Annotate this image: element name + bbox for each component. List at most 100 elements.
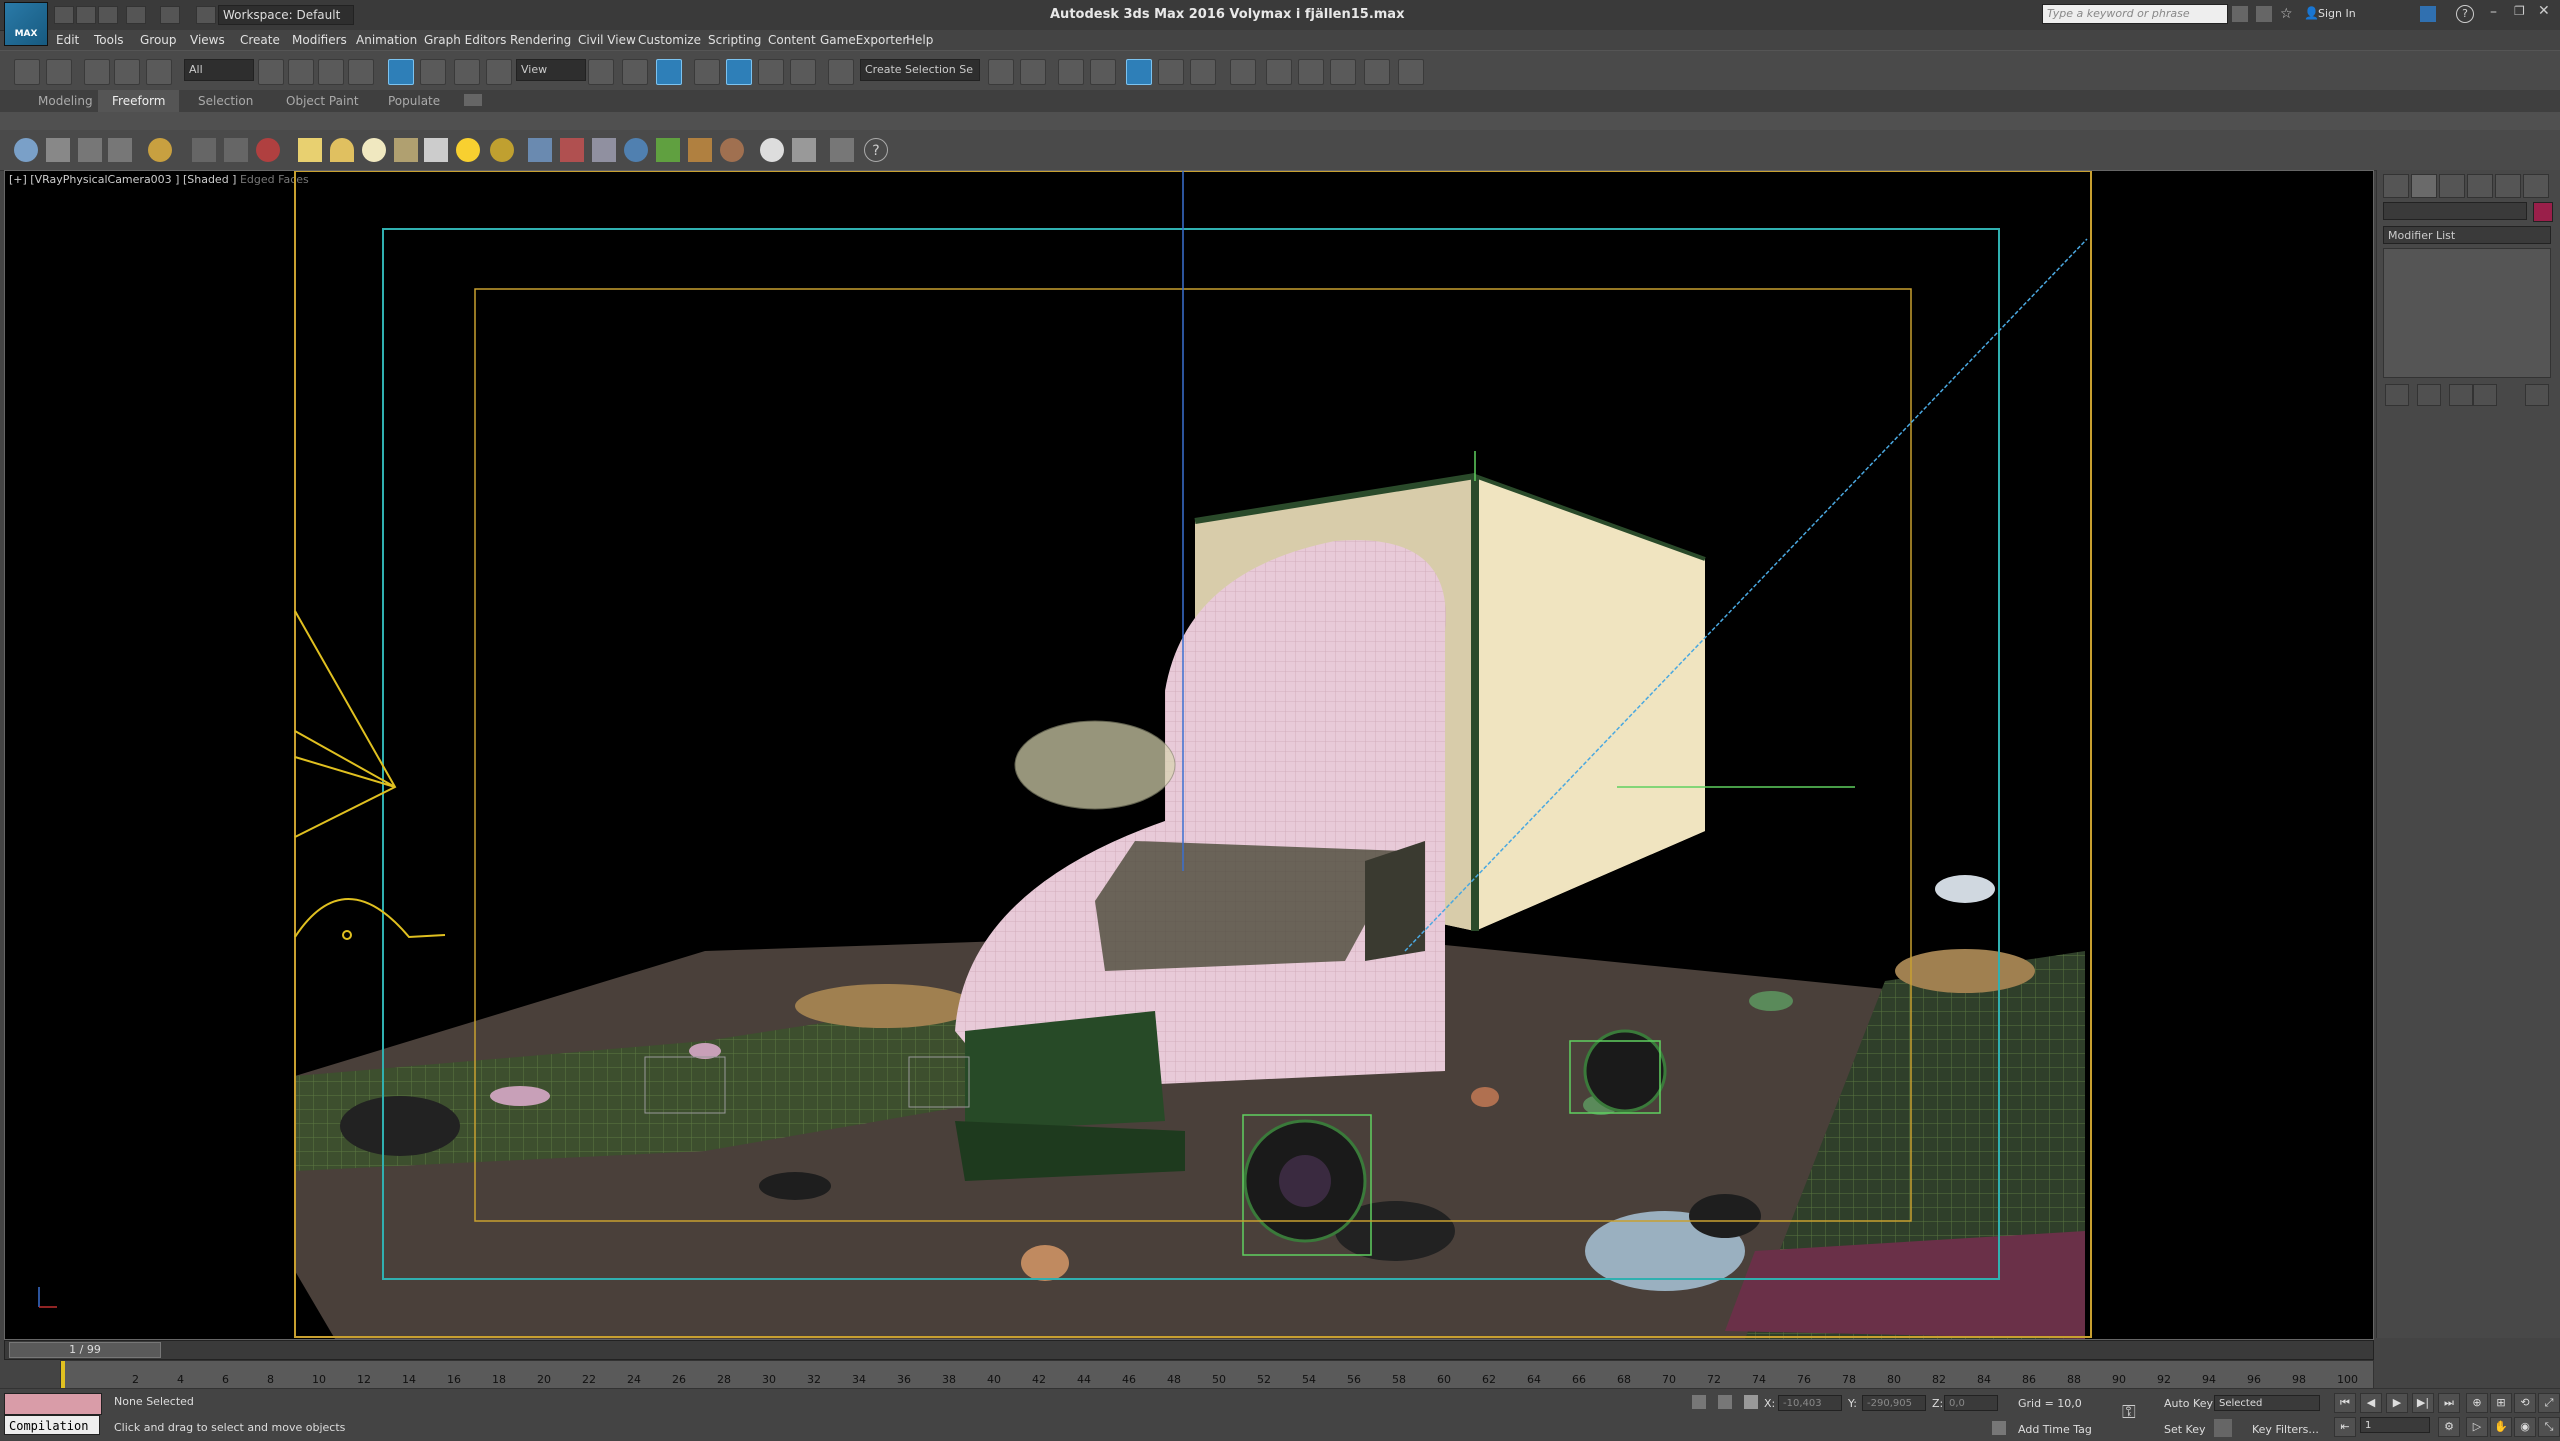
vray-mesh-export-icon[interactable]: [192, 138, 216, 162]
absolute-transform-icon[interactable]: [1744, 1395, 1758, 1409]
select-manipulate-icon[interactable]: [622, 59, 648, 85]
modify-tab-icon[interactable]: [2411, 174, 2437, 198]
hierarchy-tab-icon[interactable]: [2439, 174, 2465, 198]
remove-modifier-icon[interactable]: [2473, 384, 2497, 406]
key-icon[interactable]: ⚿: [2122, 1403, 2148, 1423]
tab-object-paint[interactable]: Object Paint: [272, 90, 373, 112]
scene-explorer-icon[interactable]: [1058, 59, 1084, 85]
pin-stack-icon[interactable]: [2385, 384, 2409, 406]
menu-content[interactable]: Content: [768, 33, 816, 47]
vray-grass-icon[interactable]: [656, 138, 680, 162]
tab-populate[interactable]: Populate: [374, 90, 454, 112]
reference-coordinate-dropdown[interactable]: View: [516, 59, 586, 81]
pan-icon[interactable]: ✋: [2490, 1417, 2512, 1437]
pivot-center-icon[interactable]: [588, 59, 614, 85]
menu-edit[interactable]: Edit: [56, 33, 79, 47]
render-frame-icon[interactable]: [46, 138, 70, 162]
key-mode-dropdown[interactable]: Selected: [2214, 1395, 2320, 1411]
select-and-place-icon[interactable]: [486, 59, 512, 85]
key-mode-toggle[interactable]: ⇤: [2334, 1417, 2356, 1437]
zoom-icon[interactable]: ⊕: [2466, 1393, 2488, 1413]
x-coordinate-field[interactable]: -10,403: [1778, 1395, 1842, 1411]
maximize-toggle-icon[interactable]: ⤡: [2538, 1417, 2560, 1437]
link-icon[interactable]: [84, 59, 110, 85]
select-by-name-icon[interactable]: [288, 59, 314, 85]
undo-icon[interactable]: [126, 6, 146, 24]
project-folder-icon[interactable]: [196, 6, 216, 24]
configure-modifier-sets-icon[interactable]: [2525, 384, 2549, 406]
subscription-icon[interactable]: [2256, 6, 2272, 22]
set-key-button[interactable]: Set Key: [2164, 1423, 2206, 1436]
open-file-icon[interactable]: [76, 6, 96, 24]
select-and-rotate-icon[interactable]: [420, 59, 446, 85]
menu-create[interactable]: Create: [240, 33, 280, 47]
menu-civil-view[interactable]: Civil View: [578, 33, 636, 47]
redo-icon[interactable]: [160, 6, 180, 24]
utilities-tab-icon[interactable]: [2523, 174, 2549, 198]
add-time-tag-button[interactable]: Add Time Tag: [2018, 1423, 2092, 1436]
render-production-icon[interactable]: [1330, 59, 1356, 85]
teapot-icon[interactable]: [14, 138, 38, 162]
menu-group[interactable]: Group: [140, 33, 177, 47]
maxscript-listener[interactable]: [4, 1393, 102, 1415]
vray-batch-icon[interactable]: [830, 138, 854, 162]
menu-tools[interactable]: Tools: [94, 33, 124, 47]
vray-vfb-icon[interactable]: [760, 138, 784, 162]
dolly-icon[interactable]: ◉: [2514, 1417, 2536, 1437]
vray-material-icon[interactable]: [720, 138, 744, 162]
menu-views[interactable]: Views: [190, 33, 225, 47]
curve-editor-icon[interactable]: [1158, 59, 1184, 85]
track-bar[interactable]: 2 4 6 8 10 12 14 16 18 20 22 24 26 28 30 32 34 36 38 40 42 44…: [60, 1360, 2374, 1390]
align-icon[interactable]: [1020, 59, 1046, 85]
tab-modeling[interactable]: Modeling: [24, 90, 107, 112]
isolate-selection-icon[interactable]: [1692, 1395, 1706, 1409]
make-unique-icon[interactable]: [2449, 384, 2473, 406]
zoom-all-icon[interactable]: ⊞: [2490, 1393, 2512, 1413]
save-file-icon[interactable]: [98, 6, 118, 24]
render-setup-icon[interactable]: [1266, 59, 1292, 85]
new-file-icon[interactable]: [54, 6, 74, 24]
vray-mesh-light-icon[interactable]: [394, 138, 418, 162]
vray-fog-icon[interactable]: [624, 138, 648, 162]
close-button[interactable]: ✕: [2538, 3, 2550, 19]
ribbon-options-icon[interactable]: [464, 94, 482, 106]
maxscript-mini-listener[interactable]: Compilation: [4, 1415, 100, 1435]
workspace-dropdown[interactable]: Workspace: Default: [218, 5, 354, 25]
bind-space-warp-icon[interactable]: [146, 59, 172, 85]
menu-help[interactable]: Help: [906, 33, 933, 47]
vray-dome-camera-icon[interactable]: [560, 138, 584, 162]
object-color-swatch[interactable]: [2533, 202, 2553, 222]
modifier-list-dropdown[interactable]: Modifier List: [2383, 226, 2551, 244]
menu-rendering[interactable]: Rendering: [510, 33, 571, 47]
create-tab-icon[interactable]: [2383, 174, 2409, 198]
vray-fur-icon[interactable]: [224, 138, 248, 162]
render-iterative-icon[interactable]: [1364, 59, 1390, 85]
vray-sphere-light-icon[interactable]: [362, 138, 386, 162]
vray-lister-icon[interactable]: [792, 138, 816, 162]
toggle-ribbon-icon[interactable]: [1126, 59, 1152, 85]
set-key-icon[interactable]: [2214, 1419, 2232, 1437]
z-coordinate-field[interactable]: 0,0: [1944, 1395, 1998, 1411]
mesh-editor-icon[interactable]: [78, 138, 102, 162]
motion-tab-icon[interactable]: [2467, 174, 2493, 198]
help-icon[interactable]: ?: [2456, 5, 2474, 23]
select-and-move-icon[interactable]: [388, 59, 414, 85]
search-input[interactable]: Type a keyword or phrase: [2042, 4, 2228, 24]
window-crossing-icon[interactable]: [348, 59, 374, 85]
snaps-toggle-icon[interactable]: [694, 59, 720, 85]
restore-button[interactable]: ❐: [2514, 4, 2525, 18]
angle-snap-icon[interactable]: [726, 59, 752, 85]
menu-customize[interactable]: Customize: [638, 33, 701, 47]
current-frame-field[interactable]: 1: [2360, 1417, 2430, 1433]
tab-freeform[interactable]: Freeform: [98, 90, 180, 112]
rectangular-selection-icon[interactable]: [318, 59, 344, 85]
exchange-icon[interactable]: [2420, 6, 2436, 22]
unlink-icon[interactable]: [114, 59, 140, 85]
vray-dome-light-icon[interactable]: [330, 138, 354, 162]
menu-modifiers[interactable]: Modifiers: [292, 33, 347, 47]
menu-gameexporter[interactable]: GameExporter: [820, 33, 907, 47]
time-configuration-button[interactable]: ⚙: [2438, 1417, 2460, 1437]
vray-ies-light-icon[interactable]: [424, 138, 448, 162]
application-menu-button[interactable]: MAX: [4, 2, 48, 46]
percent-snap-icon[interactable]: [758, 59, 784, 85]
